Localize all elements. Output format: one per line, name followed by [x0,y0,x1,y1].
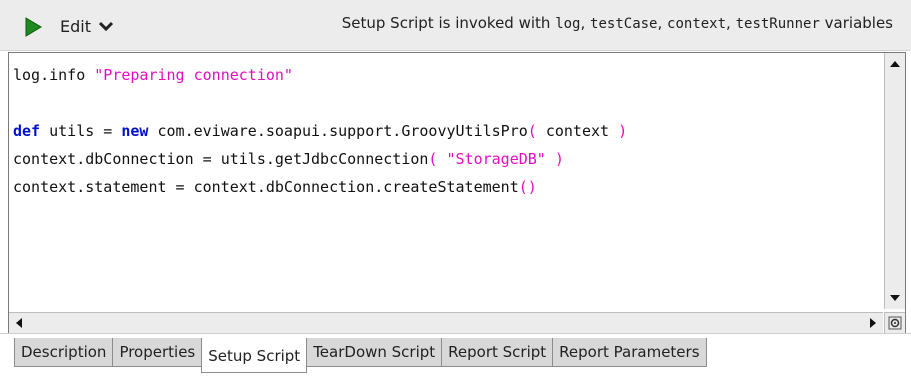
code-keyword: new [121,122,149,140]
horizontal-scrollbar[interactable] [9,312,883,333]
hint-separator: , [580,14,591,32]
tab-teardown-script[interactable]: TearDown Script [306,338,443,367]
code-line: context.statement = context.dbConnection… [13,173,881,201]
bottom-tab-bar: Description Properties Setup Script TearDow… [0,333,911,374]
code-token: context [536,122,619,140]
code-token: context.dbConnection = utils.getJdbcConn… [13,150,429,168]
code-keyword: def [13,122,41,140]
hint-variable: testCase [590,16,658,32]
scroll-left-icon[interactable] [12,316,26,330]
hint-variable: context [667,16,727,32]
code-token: utils = [40,122,122,140]
vertical-scrollbar[interactable] [884,53,905,309]
code-token: () [518,178,537,196]
edit-menu-label: Edit [60,16,91,36]
code-line: def utils = new com.eviware.soapui.suppo… [13,117,881,145]
editor-corner-button[interactable] [884,312,905,333]
tab-report-script[interactable]: Report Script [441,338,554,367]
chevron-down-icon [98,21,113,31]
code-area[interactable]: log.info "Preparing connection" def utils… [13,61,881,311]
hint-variable: testRunner [735,16,820,32]
tab-report-parameters[interactable]: Report Parameters [552,338,707,367]
code-token: com.eviware.soapui.support.GroovyUtilsPr… [148,122,528,140]
scroll-up-icon[interactable] [888,57,902,71]
code-line: context.dbConnection = utils.getJdbcConn… [13,145,881,173]
play-icon[interactable] [22,16,44,38]
scroll-right-icon[interactable] [866,316,880,330]
code-token: context.statement = context.dbConnection… [13,178,519,196]
tab-setup-script[interactable]: Setup Script [201,340,308,373]
edit-menu-button[interactable]: Edit [60,12,113,40]
code-token: ( [527,122,537,140]
script-editor[interactable]: log.info "Preparing connection" def utils… [8,52,906,334]
hint-variable: log [555,16,581,32]
hint-suffix: variables [824,14,893,32]
code-string: "StorageDB" [446,150,546,168]
hint-prefix: Setup Script is invoked with [341,14,556,32]
script-toolbar: Edit Setup Script is invoked with log, t… [0,0,911,51]
setup-script-panel: Edit Setup Script is invoked with log, t… [0,0,911,382]
code-string: "Preparing connection" [94,66,293,84]
code-token: ) [554,150,564,168]
scroll-down-icon[interactable] [888,291,902,305]
settings-corner-icon [888,316,902,330]
code-token: log.info [13,66,95,84]
code-line: log.info "Preparing connection" [13,61,881,89]
hint-separator: , [657,14,668,32]
tab-description[interactable]: Description [14,338,114,367]
code-token: ) [618,122,628,140]
script-variables-hint: Setup Script is invoked with log, testCa… [342,14,893,32]
hint-separator: , [726,14,736,32]
tab-properties[interactable]: Properties [112,338,203,367]
